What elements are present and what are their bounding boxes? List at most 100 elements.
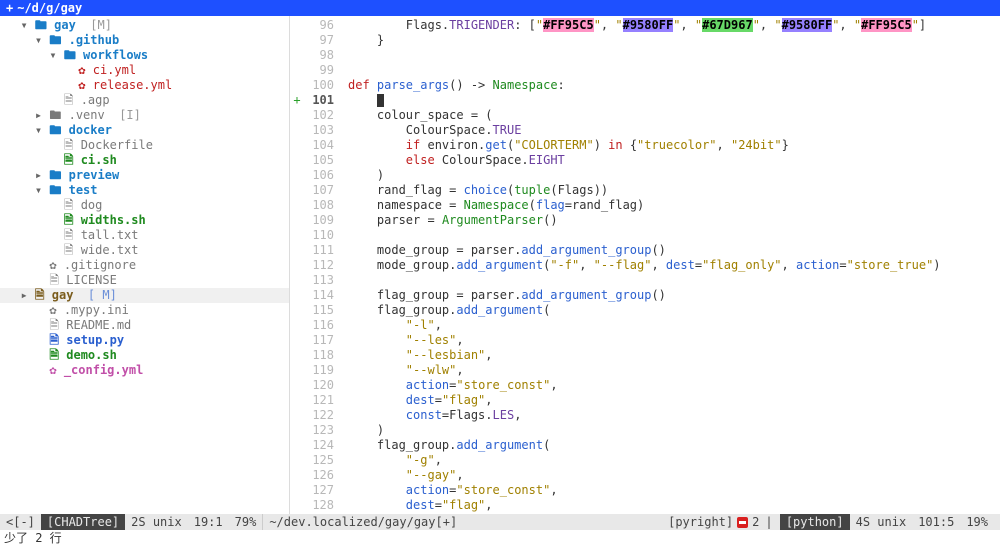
code-line-113[interactable]: 113 <box>290 273 1000 288</box>
code-line-119[interactable]: 119 "--wlw", <box>290 363 1000 378</box>
status-right-pos: 101:5 <box>912 514 960 530</box>
tree-item-gay[interactable]: ▸ 🗎 gay [ M] <box>0 288 289 303</box>
code-content[interactable]: "-g", <box>338 453 1000 468</box>
code-line-100[interactable]: 100def parse_args() -> Namespace: <box>290 78 1000 93</box>
code-content[interactable]: Flags.TRIGENDER: ["#FF95C5", "#9580FF", … <box>338 18 1000 33</box>
tree-item-widetxt[interactable]: 🗎 wide.txt <box>0 243 289 258</box>
code-content[interactable]: dest="flag", <box>338 393 1000 408</box>
tree-item-gay[interactable]: ▾ 🖿 gay [M] <box>0 18 289 33</box>
tree-item-cish[interactable]: 🗎 ci.sh <box>0 153 289 168</box>
tree-item-dog[interactable]: 🗎 dog <box>0 198 289 213</box>
code-content[interactable] <box>338 273 1000 288</box>
code-line-97[interactable]: 97 } <box>290 33 1000 48</box>
code-content[interactable]: "-l", <box>338 318 1000 333</box>
code-line-111[interactable]: 111 mode_group = parser.add_argument_gro… <box>290 243 1000 258</box>
gutter-sign <box>290 153 304 168</box>
editor-pane[interactable]: 96 Flags.TRIGENDER: ["#FF95C5", "#9580FF… <box>290 16 1000 514</box>
code-line-98[interactable]: 98 <box>290 48 1000 63</box>
file-tree[interactable]: ▾ 🖿 gay [M] ▾ 🖿 .github ▾ 🖿 workflows ✿ … <box>0 16 290 514</box>
code-line-116[interactable]: 116 "-l", <box>290 318 1000 333</box>
tree-item-_configyml[interactable]: ✿ _config.yml <box>0 363 289 378</box>
code-line-101[interactable]: +101 <box>290 93 1000 108</box>
code-line-117[interactable]: 117 "--les", <box>290 333 1000 348</box>
code-content[interactable]: "--lesbian", <box>338 348 1000 363</box>
code-line-128[interactable]: 128 dest="flag", <box>290 498 1000 513</box>
code-content[interactable]: } <box>338 33 1000 48</box>
code-line-102[interactable]: 102 colour_space = ( <box>290 108 1000 123</box>
code-line-112[interactable]: 112 mode_group.add_argument("-f", "--fla… <box>290 258 1000 273</box>
code-content[interactable]: "--gay", <box>338 468 1000 483</box>
code-line-121[interactable]: 121 dest="flag", <box>290 393 1000 408</box>
tree-item-preview[interactable]: ▸ 🖿 preview <box>0 168 289 183</box>
code-line-126[interactable]: 126 "--gay", <box>290 468 1000 483</box>
code-line-118[interactable]: 118 "--lesbian", <box>290 348 1000 363</box>
code-content[interactable] <box>338 63 1000 78</box>
code-content[interactable]: ColourSpace.TRUE <box>338 123 1000 138</box>
code-line-120[interactable]: 120 action="store_const", <box>290 378 1000 393</box>
code-line-122[interactable]: 122 const=Flags.LES, <box>290 408 1000 423</box>
code-line-105[interactable]: 105 else ColourSpace.EIGHT <box>290 153 1000 168</box>
tree-item-LICENSE[interactable]: 🗎 LICENSE <box>0 273 289 288</box>
code-content[interactable]: action="store_const", <box>338 378 1000 393</box>
code-content[interactable] <box>338 48 1000 63</box>
code-line-127[interactable]: 127 action="store_const", <box>290 483 1000 498</box>
code-line-106[interactable]: 106 ) <box>290 168 1000 183</box>
code-content[interactable]: parser = ArgumentParser() <box>338 213 1000 228</box>
gutter-sign <box>290 228 304 243</box>
code-content[interactable]: ) <box>338 168 1000 183</box>
tree-item-workflows[interactable]: ▾ 🖿 workflows <box>0 48 289 63</box>
code-line-123[interactable]: 123 ) <box>290 423 1000 438</box>
tree-item-test[interactable]: ▾ 🖿 test <box>0 183 289 198</box>
code-content[interactable]: else ColourSpace.EIGHT <box>338 153 1000 168</box>
code-content[interactable]: flag_group = parser.add_argument_group() <box>338 288 1000 303</box>
code-content[interactable]: const=Flags.LES, <box>338 408 1000 423</box>
code-content[interactable]: colour_space = ( <box>338 108 1000 123</box>
tree-item-talltxt[interactable]: 🗎 tall.txt <box>0 228 289 243</box>
tree-item-mypyini[interactable]: ✿ .mypy.ini <box>0 303 289 318</box>
tree-item-agp[interactable]: 🗎 .agp <box>0 93 289 108</box>
code-content[interactable]: mode_group.add_argument("-f", "--flag", … <box>338 258 1000 273</box>
code-line-108[interactable]: 108 namespace = Namespace(flag=rand_flag… <box>290 198 1000 213</box>
code-line-103[interactable]: 103 ColourSpace.TRUE <box>290 123 1000 138</box>
tree-item-releaseyml[interactable]: ✿ release.yml <box>0 78 289 93</box>
code-line-99[interactable]: 99 <box>290 63 1000 78</box>
code-content[interactable]: ) <box>338 423 1000 438</box>
code-line-109[interactable]: 109 parser = ArgumentParser() <box>290 213 1000 228</box>
code-line-96[interactable]: 96 Flags.TRIGENDER: ["#FF95C5", "#9580FF… <box>290 18 1000 33</box>
tree-item-venv[interactable]: ▸ 🖿 .venv [I] <box>0 108 289 123</box>
tree-item-setuppy[interactable]: 🗎 setup.py <box>0 333 289 348</box>
code-content[interactable]: flag_group.add_argument( <box>338 438 1000 453</box>
code-line-110[interactable]: 110 <box>290 228 1000 243</box>
tree-item-docker[interactable]: ▾ 🖿 docker <box>0 123 289 138</box>
tree-item-widthssh[interactable]: 🗎 widths.sh <box>0 213 289 228</box>
code-content[interactable]: mode_group = parser.add_argument_group() <box>338 243 1000 258</box>
code-content[interactable]: namespace = Namespace(flag=rand_flag) <box>338 198 1000 213</box>
code-line-104[interactable]: 104 if environ.get("COLORTERM") in {"tru… <box>290 138 1000 153</box>
code-content[interactable]: action="store_const", <box>338 483 1000 498</box>
code-line-107[interactable]: 107 rand_flag = choice(tuple(Flags)) <box>290 183 1000 198</box>
code-content[interactable]: "--les", <box>338 333 1000 348</box>
gutter-sign <box>290 243 304 258</box>
code-content[interactable] <box>338 93 1000 108</box>
code-content[interactable]: dest="flag", <box>338 498 1000 513</box>
tree-item-demosh[interactable]: 🗎 demo.sh <box>0 348 289 363</box>
tree-item-READMEmd[interactable]: 🗎 README.md <box>0 318 289 333</box>
code-line-125[interactable]: 125 "-g", <box>290 453 1000 468</box>
code-content[interactable]: flag_group.add_argument( <box>338 303 1000 318</box>
code-content[interactable] <box>338 228 1000 243</box>
code-content[interactable]: def parse_args() -> Namespace: <box>338 78 1000 93</box>
line-number: 98 <box>304 48 338 63</box>
status-right-meta: 4S unix <box>850 514 913 530</box>
code-line-115[interactable]: 115 flag_group.add_argument( <box>290 303 1000 318</box>
gutter-sign <box>290 108 304 123</box>
tree-item-gitignore[interactable]: ✿ .gitignore <box>0 258 289 273</box>
code-line-124[interactable]: 124 flag_group.add_argument( <box>290 438 1000 453</box>
code-content[interactable]: "--wlw", <box>338 363 1000 378</box>
gutter-sign <box>290 318 304 333</box>
code-line-114[interactable]: 114 flag_group = parser.add_argument_gro… <box>290 288 1000 303</box>
tree-item-ciyml[interactable]: ✿ ci.yml <box>0 63 289 78</box>
tree-item-github[interactable]: ▾ 🖿 .github <box>0 33 289 48</box>
code-content[interactable]: if environ.get("COLORTERM") in {"truecol… <box>338 138 1000 153</box>
code-content[interactable]: rand_flag = choice(tuple(Flags)) <box>338 183 1000 198</box>
tree-item-Dockerfile[interactable]: 🗎 Dockerfile <box>0 138 289 153</box>
